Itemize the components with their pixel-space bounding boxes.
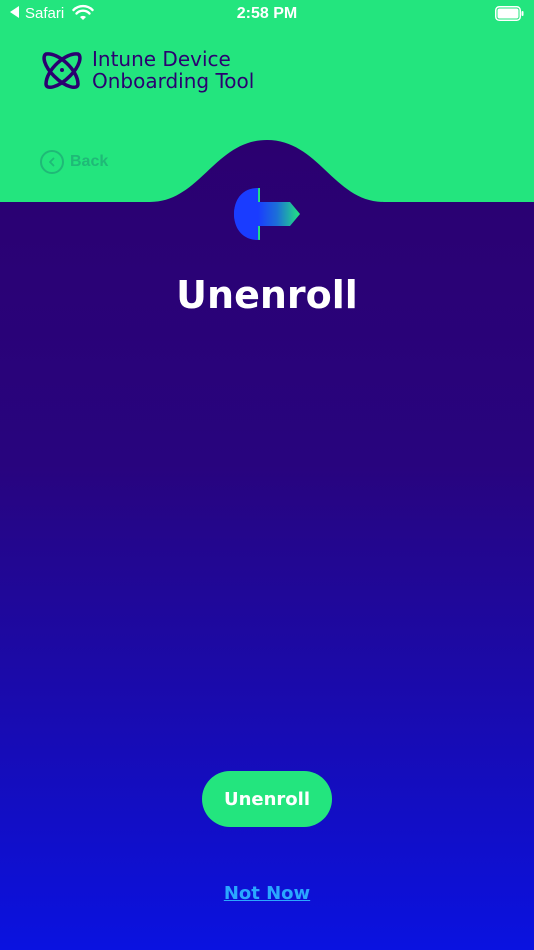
app-title-line1: Intune Device [92, 47, 231, 71]
status-bar: Safari 2:58 PM [0, 0, 534, 28]
back-circle [40, 150, 64, 174]
back-label: Back [70, 153, 109, 170]
app-title: Intune Device Onboarding Tool [92, 48, 332, 92]
unenroll-icon [234, 188, 300, 240]
back-button[interactable]: Back [40, 148, 108, 176]
page-title: Unenroll [176, 273, 358, 317]
app-screen: Safari 2:58 PM Intune Device Onboarding … [0, 0, 534, 950]
unenroll-button[interactable]: Unenroll [202, 771, 332, 827]
battery-icon [495, 6, 524, 21]
status-time: 2:58 PM [236, 5, 298, 22]
not-now-link[interactable]: Not Now [0, 883, 534, 904]
chevron-left-icon [49, 157, 55, 167]
app-title-line2: Onboarding Tool [92, 69, 255, 93]
logo-icon [42, 52, 82, 90]
